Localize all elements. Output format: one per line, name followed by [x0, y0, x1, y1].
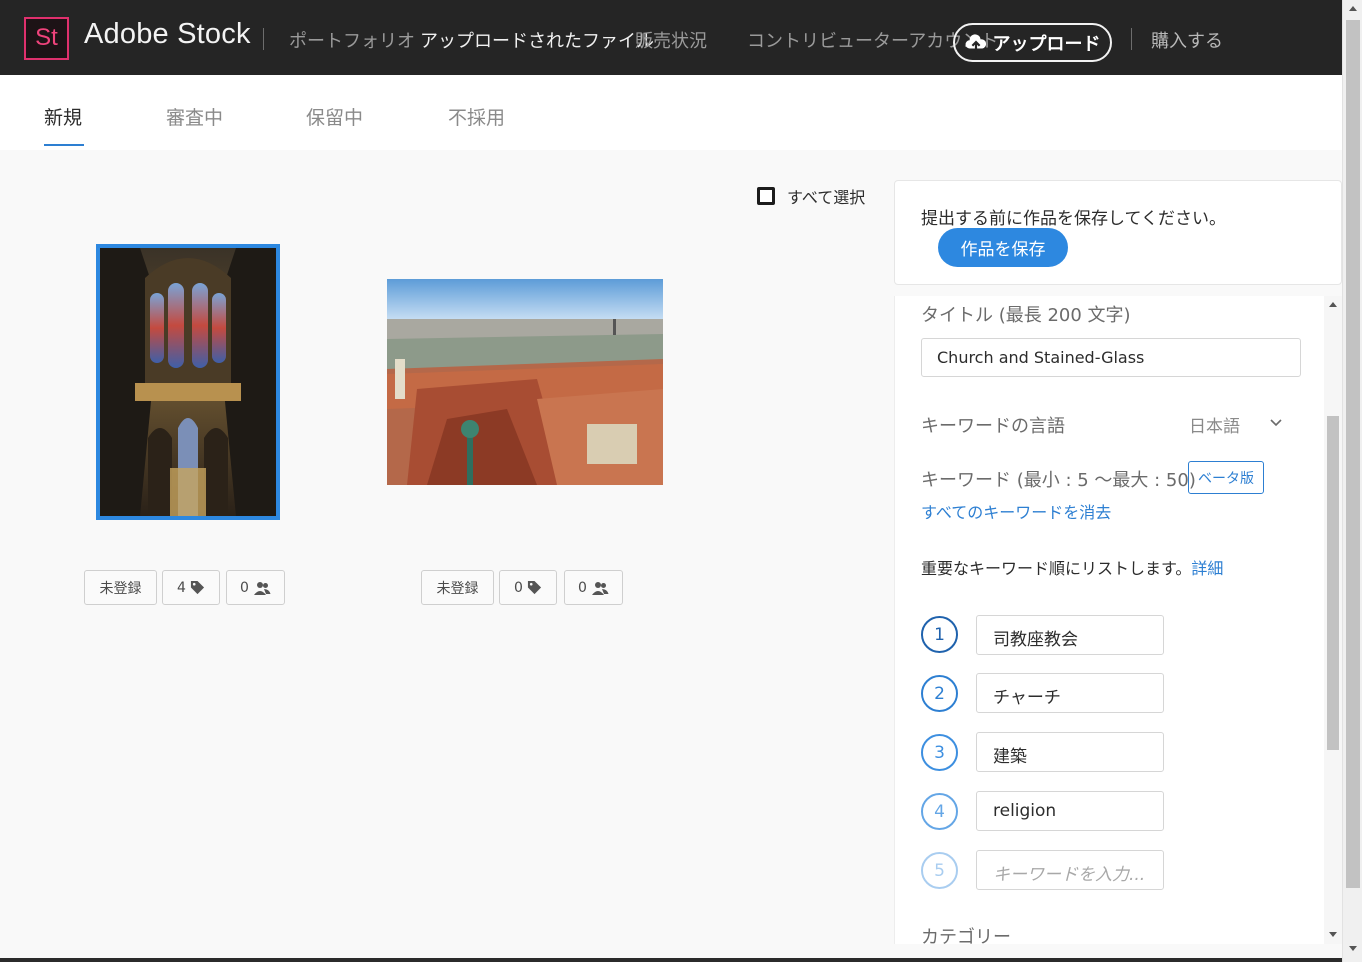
save-notice-card: 提出する前に作品を保存してください。 作品を保存 — [894, 180, 1342, 285]
keyword-input-5[interactable]: キーワードを入力... — [976, 850, 1164, 890]
status-badge[interactable]: 未登録 — [421, 570, 494, 605]
tab-on-hold[interactable]: 保留中 — [306, 103, 363, 130]
logo-text: St — [35, 24, 58, 51]
release-count: 0 — [578, 579, 587, 596]
people-icon — [253, 581, 271, 595]
people-icon — [591, 581, 609, 595]
upload-button[interactable]: アップロード — [953, 23, 1112, 62]
keyword-input-4[interactable]: religion — [976, 791, 1164, 831]
status-badge[interactable]: 未登録 — [84, 570, 157, 605]
tab-new[interactable]: 新規 — [44, 103, 82, 130]
brand-name[interactable]: Adobe Stock — [84, 18, 251, 51]
save-notice-text: 提出する前に作品を保存してください。 — [921, 209, 1226, 229]
keyword-count: 4 — [177, 579, 186, 596]
release-count: 0 — [240, 579, 249, 596]
title-input[interactable]: Church and Stained-Glass — [921, 338, 1301, 377]
scroll-down-arrow-icon[interactable] — [1329, 932, 1337, 937]
save-work-button[interactable]: 作品を保存 — [938, 228, 1068, 267]
category-label: カテゴリー — [921, 927, 1011, 944]
keyword-count: 0 — [514, 579, 523, 596]
details-scrollbar[interactable] — [1324, 296, 1342, 944]
clear-keywords-link[interactable]: すべてのキーワードを消去 — [921, 499, 1111, 523]
nav-uploaded-files[interactable]: アップロードされたファイル — [420, 27, 654, 53]
page-scrollbar[interactable] — [1342, 0, 1362, 962]
city-image — [387, 279, 663, 485]
adobe-stock-logo[interactable]: St — [24, 17, 69, 60]
select-all-label: すべて選択 — [787, 188, 866, 207]
tab-rejected[interactable]: 不採用 — [448, 103, 505, 130]
keyword-count-badge[interactable]: 0 — [499, 570, 557, 605]
thumbnail-cathedral[interactable] — [96, 244, 280, 520]
keyword-input-2[interactable]: チャーチ — [976, 673, 1164, 713]
keywords-label: キーワード (最小 : 5 〜最大 : 50) — [921, 470, 1196, 491]
active-tab-indicator — [44, 144, 84, 146]
keyword-number-5: 5 — [921, 852, 958, 889]
keyword-language-label: キーワードの言語 — [921, 416, 1065, 437]
status-text: 未登録 — [436, 580, 479, 597]
details-panel: タイトル (最長 200 文字) Church and Stained-Glas… — [894, 296, 1324, 944]
keyword-hint-text: 重要なキーワード順にリストします。 — [921, 559, 1192, 578]
scroll-up-arrow-icon[interactable] — [1349, 6, 1357, 11]
scroll-down-arrow-icon[interactable] — [1349, 946, 1357, 951]
thumbnail-city[interactable] — [387, 279, 663, 485]
keyword-number-1: 1 — [921, 616, 958, 653]
nav-divider — [263, 28, 264, 50]
keyword-input-3[interactable]: 建築 — [976, 732, 1164, 772]
chevron-down-icon[interactable] — [1269, 416, 1283, 430]
nav-sales[interactable]: 販売状況 — [635, 27, 707, 53]
details-link[interactable]: 詳細 — [1191, 559, 1223, 578]
cathedral-image — [100, 248, 276, 516]
select-all-checkbox[interactable] — [757, 187, 775, 205]
tab-in-review[interactable]: 審査中 — [166, 103, 223, 130]
select-all-control[interactable]: すべて選択 — [757, 184, 865, 208]
release-count-badge[interactable]: 0 — [226, 570, 285, 605]
keyword-language-select[interactable]: 日本語 — [1189, 412, 1240, 437]
status-text: 未登録 — [99, 580, 142, 597]
nav-divider — [1131, 28, 1132, 50]
cloud-upload-icon — [965, 33, 986, 52]
scroll-up-arrow-icon[interactable] — [1329, 302, 1337, 307]
nav-buy[interactable]: 購入する — [1151, 27, 1223, 53]
keyword-number-3: 3 — [921, 734, 958, 771]
page-scrollbar-thumb[interactable] — [1346, 20, 1360, 888]
beta-button[interactable]: ベータ版 — [1188, 461, 1264, 494]
title-label: タイトル (最長 200 文字) — [921, 305, 1131, 326]
status-tabs: 新規 審査中 保留中 不採用 — [0, 75, 1342, 150]
keyword-hint: 重要なキーワード順にリストします。詳細 — [921, 555, 1223, 579]
window-bottom-edge — [0, 958, 1342, 962]
keyword-number-2: 2 — [921, 675, 958, 712]
keyword-count-badge[interactable]: 4 — [162, 570, 220, 605]
keyword-number-4: 4 — [921, 793, 958, 830]
tag-icon — [527, 580, 542, 595]
keyword-input-1[interactable]: 司教座教会 — [976, 615, 1164, 655]
details-scrollbar-thumb[interactable] — [1327, 416, 1339, 750]
tag-icon — [190, 580, 205, 595]
top-navigation-bar: St Adobe Stock ポートフォリオ アップロードされたファイル 販売状… — [0, 0, 1342, 75]
nav-portfolio[interactable]: ポートフォリオ — [289, 27, 415, 53]
release-count-badge[interactable]: 0 — [564, 570, 623, 605]
upload-label: アップロード — [992, 33, 1101, 55]
